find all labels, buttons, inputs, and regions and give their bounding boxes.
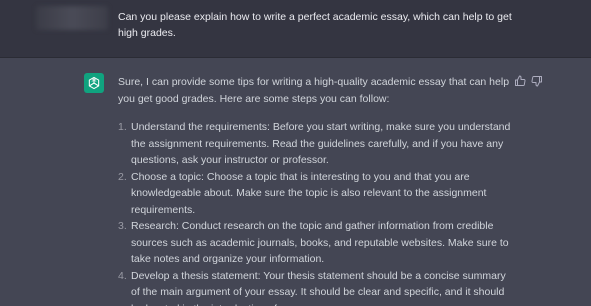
list-item: 4. Develop a thesis statement: Your thes… [118,268,513,306]
feedback-buttons [514,74,543,87]
list-item-text: Understand the requirements: Before you … [131,121,511,166]
list-item-number: 1. [118,121,127,133]
user-avatar [36,6,108,30]
list-item-number: 3. [118,220,127,232]
thumbs-down-icon[interactable] [531,74,543,87]
list-item-text: Choose a topic: Choose a topic that is i… [131,170,487,216]
list-item: 3. Research: Conduct research on the top… [118,218,513,268]
user-message-text: Can you please explain how to write a pe… [118,11,512,39]
user-message-row: Can you please explain how to write a pe… [0,0,591,58]
list-item-number: 4. [118,269,127,282]
assistant-message-content: Sure, I can provide some tips for writin… [118,74,513,306]
thumbs-up-icon[interactable] [514,74,526,86]
list-item: 2. Choose a topic: Choose a topic that i… [118,169,513,219]
list-item-text: Develop a thesis statement: Your thesis … [131,269,506,306]
assistant-message-row: Sure, I can provide some tips for writin… [0,58,591,306]
steps-list: 1. Understand the requirements: Before y… [118,119,513,306]
list-item-text: Research: Conduct research on the topic … [131,220,509,265]
assistant-intro: Sure, I can provide some tips for writin… [118,76,510,105]
list-item-number: 2. [118,170,127,183]
openai-logo-icon [84,73,104,93]
list-item: 1. Understand the requirements: Before y… [118,119,513,169]
